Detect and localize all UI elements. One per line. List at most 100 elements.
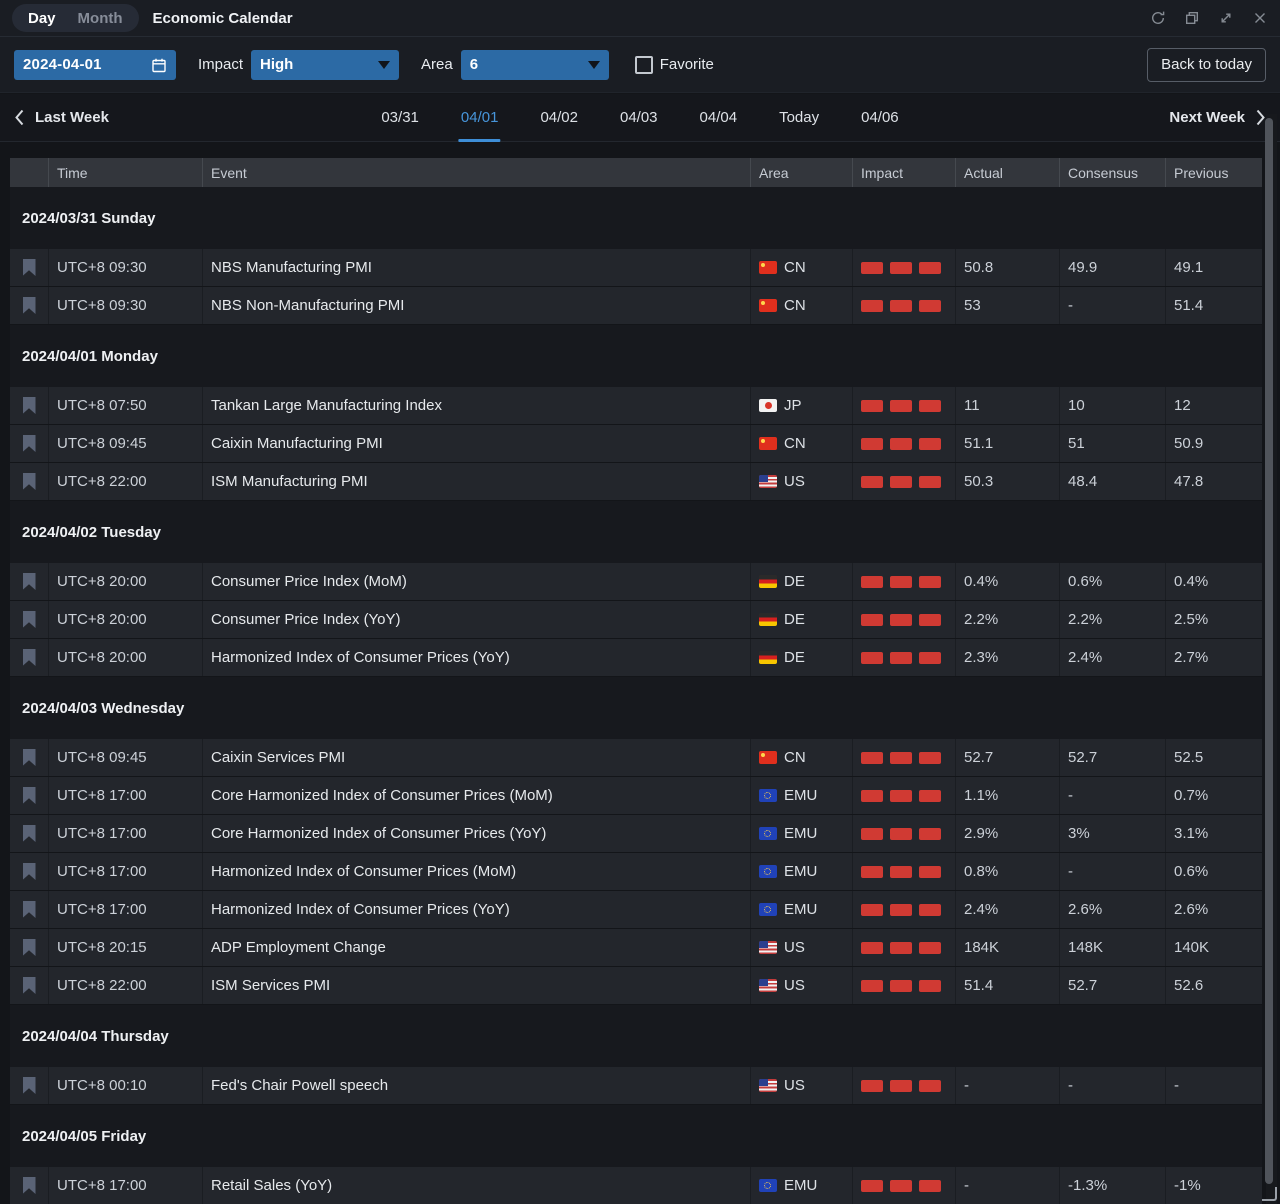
favorite-cell [10, 815, 48, 852]
event-row[interactable]: UTC+8 22:00ISM Manufacturing PMIUS50.348… [10, 463, 1262, 500]
actual-value: 184K [955, 929, 1059, 966]
event-row[interactable]: UTC+8 20:00Consumer Price Index (MoM)DE0… [10, 563, 1262, 600]
toggle-day[interactable]: Day [18, 7, 66, 30]
bookmark-icon[interactable] [23, 977, 36, 994]
event-area: CN [750, 249, 852, 286]
event-name: Fed's Chair Powell speech [202, 1067, 750, 1104]
last-week-button[interactable]: Last Week [14, 109, 109, 126]
event-area: US [750, 967, 852, 1004]
impact-bar [919, 400, 941, 412]
date-section-header: 2024/04/03 Wednesday [10, 677, 1262, 739]
cn-flag-icon [759, 299, 777, 312]
bookmark-icon[interactable] [23, 787, 36, 804]
event-time: UTC+8 00:10 [48, 1067, 202, 1104]
bookmark-icon[interactable] [23, 297, 36, 314]
area-code: US [784, 977, 805, 994]
event-row[interactable]: UTC+8 07:50Tankan Large Manufacturing In… [10, 387, 1262, 424]
impact-bars [861, 400, 941, 412]
date-tab-04-06[interactable]: 04/06 [861, 94, 899, 141]
previous-value: 2.7% [1165, 639, 1262, 676]
area-label: Area [421, 56, 453, 73]
impact-bars [861, 614, 941, 626]
impact-bar [890, 614, 912, 626]
event-impact [852, 967, 955, 1004]
event-time: UTC+8 20:00 [48, 563, 202, 600]
impact-bars [861, 300, 941, 312]
de-flag-icon [759, 575, 777, 588]
event-row[interactable]: UTC+8 17:00Harmonized Index of Consumer … [10, 853, 1262, 890]
event-row[interactable]: UTC+8 22:00ISM Services PMIUS51.452.752.… [10, 967, 1262, 1004]
date-tab-03-31[interactable]: 03/31 [381, 94, 419, 141]
event-row[interactable]: UTC+8 17:00Core Harmonized Index of Cons… [10, 777, 1262, 814]
previous-value: 2.5% [1165, 601, 1262, 638]
week-navigation: Last Week 03/31 04/01 04/02 04/03 04/04 Today… [0, 94, 1280, 142]
bookmark-icon[interactable] [23, 1077, 36, 1094]
event-row[interactable]: UTC+8 17:00Core Harmonized Index of Cons… [10, 815, 1262, 852]
favorite-cell [10, 891, 48, 928]
us-flag-icon [759, 1079, 777, 1092]
previous-value: 51.4 [1165, 287, 1262, 324]
expand-icon[interactable] [1217, 10, 1234, 27]
bookmark-icon[interactable] [23, 435, 36, 452]
emu-flag-icon [759, 1179, 777, 1192]
bookmark-icon[interactable] [23, 611, 36, 628]
bookmark-icon[interactable] [23, 649, 36, 666]
impact-bar [890, 752, 912, 764]
bookmark-icon[interactable] [23, 473, 36, 490]
vertical-scrollbar-thumb[interactable] [1265, 118, 1273, 1184]
date-tab-04-01[interactable]: 04/01 [461, 94, 499, 141]
cn-flag-icon [759, 751, 777, 764]
event-row[interactable]: UTC+8 20:00Consumer Price Index (YoY)DE2… [10, 601, 1262, 638]
bookmark-icon[interactable] [23, 863, 36, 880]
restore-icon[interactable] [1183, 10, 1200, 27]
bookmark-icon[interactable] [23, 573, 36, 590]
consensus-value: 49.9 [1059, 249, 1165, 286]
bookmark-icon[interactable] [23, 825, 36, 842]
actual-value: 0.8% [955, 853, 1059, 890]
date-tab-today[interactable]: Today [779, 94, 819, 141]
close-icon[interactable] [1251, 10, 1268, 27]
day-month-toggle[interactable]: Day Month [12, 4, 139, 32]
bookmark-icon[interactable] [23, 259, 36, 276]
consensus-value: 0.6% [1059, 563, 1165, 600]
back-to-today-button[interactable]: Back to today [1147, 48, 1266, 82]
event-row[interactable]: UTC+8 20:00Harmonized Index of Consumer … [10, 639, 1262, 676]
actual-value: 51.1 [955, 425, 1059, 462]
bookmark-icon[interactable] [23, 749, 36, 766]
event-row[interactable]: UTC+8 20:15ADP Employment ChangeUS184K14… [10, 929, 1262, 966]
next-week-button[interactable]: Next Week [1169, 109, 1266, 126]
actual-value: 1.1% [955, 777, 1059, 814]
event-row[interactable]: UTC+8 09:45Caixin Services PMICN52.752.7… [10, 739, 1262, 776]
date-tab-04-04[interactable]: 04/04 [700, 94, 738, 141]
event-row[interactable]: UTC+8 09:30NBS Non-Manufacturing PMICN53… [10, 287, 1262, 324]
bookmark-icon[interactable] [23, 397, 36, 414]
favorite-cell [10, 425, 48, 462]
event-time: UTC+8 07:50 [48, 387, 202, 424]
bookmark-icon[interactable] [23, 1177, 36, 1194]
area-code: DE [784, 649, 805, 666]
actual-value: 2.4% [955, 891, 1059, 928]
event-row[interactable]: UTC+8 17:00Harmonized Index of Consumer … [10, 891, 1262, 928]
date-tab-04-03[interactable]: 04/03 [620, 94, 658, 141]
area-select[interactable]: 6 [461, 50, 609, 80]
date-picker[interactable]: 2024-04-01 [14, 50, 176, 80]
bookmark-icon[interactable] [23, 939, 36, 956]
event-row[interactable]: UTC+8 17:00Retail Sales (YoY)EMU--1.3%-1… [10, 1167, 1262, 1204]
date-tab-04-02[interactable]: 04/02 [540, 94, 578, 141]
impact-select[interactable]: High [251, 50, 399, 80]
area-code: DE [784, 573, 805, 590]
calendar-icon [151, 57, 167, 73]
actual-value: 52.7 [955, 739, 1059, 776]
event-row[interactable]: UTC+8 09:45Caixin Manufacturing PMICN51.… [10, 425, 1262, 462]
refresh-icon[interactable] [1149, 10, 1166, 27]
favorite-cell [10, 563, 48, 600]
consensus-value: 51 [1059, 425, 1165, 462]
date-section-header: 2024/04/01 Monday [10, 325, 1262, 387]
event-row[interactable]: UTC+8 09:30NBS Manufacturing PMICN50.849… [10, 249, 1262, 286]
toggle-month[interactable]: Month [68, 7, 133, 30]
bookmark-icon[interactable] [23, 901, 36, 918]
event-time: UTC+8 17:00 [48, 777, 202, 814]
favorite-checkbox[interactable] [635, 56, 653, 74]
scrollbar-resize-corner[interactable] [1262, 1187, 1277, 1201]
event-row[interactable]: UTC+8 00:10Fed's Chair Powell speechUS--… [10, 1067, 1262, 1104]
